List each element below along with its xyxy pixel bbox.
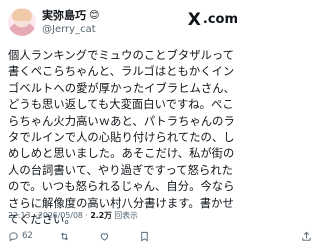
heart-icon <box>100 232 108 241</box>
bookmark-button[interactable] <box>139 231 153 242</box>
bookmark-icon <box>141 231 148 241</box>
share-button[interactable] <box>301 231 312 242</box>
tweet-meta: 22:13 · 2026/05/08 · 2.2万 回表示 <box>8 210 138 221</box>
smile-emoji-icon: 😊 <box>89 10 100 21</box>
share-icon <box>302 231 311 241</box>
retweet-icon <box>60 232 68 240</box>
reply-count: 62 <box>22 231 33 241</box>
tweet-time[interactable]: 22:13 <box>8 211 30 220</box>
retweet-button[interactable] <box>59 231 73 242</box>
tweet-header: 実弥島巧 😊 @Jerry_cat X .com <box>8 8 238 38</box>
name-row: 実弥島巧 😊 <box>42 9 99 23</box>
views-count: 2.2万 <box>90 211 112 220</box>
reply-icon <box>9 231 18 242</box>
views-label: 回表示 <box>114 211 138 220</box>
avatar[interactable] <box>8 8 36 36</box>
action-bar: 62 <box>8 228 312 244</box>
author-handle[interactable]: @Jerry_cat <box>42 23 99 36</box>
reply-button[interactable]: 62 <box>8 231 33 242</box>
x-logo-icon: X <box>187 10 201 30</box>
author-block: 実弥島巧 😊 @Jerry_cat <box>42 9 99 36</box>
x-logo-text: .com <box>202 12 238 27</box>
x-logo: X .com <box>188 10 238 30</box>
tweet-date[interactable]: 2026/05/08 <box>38 211 83 220</box>
tweet-text: 個人ランキングでミュウのことブタザルって書くペこらちゃんと、ラルゴはともかくイン… <box>8 49 235 227</box>
like-button[interactable] <box>99 231 113 242</box>
meta-separator: · <box>30 211 38 220</box>
avatar-hair <box>12 9 32 21</box>
author-name[interactable]: 実弥島巧 <box>42 9 86 23</box>
